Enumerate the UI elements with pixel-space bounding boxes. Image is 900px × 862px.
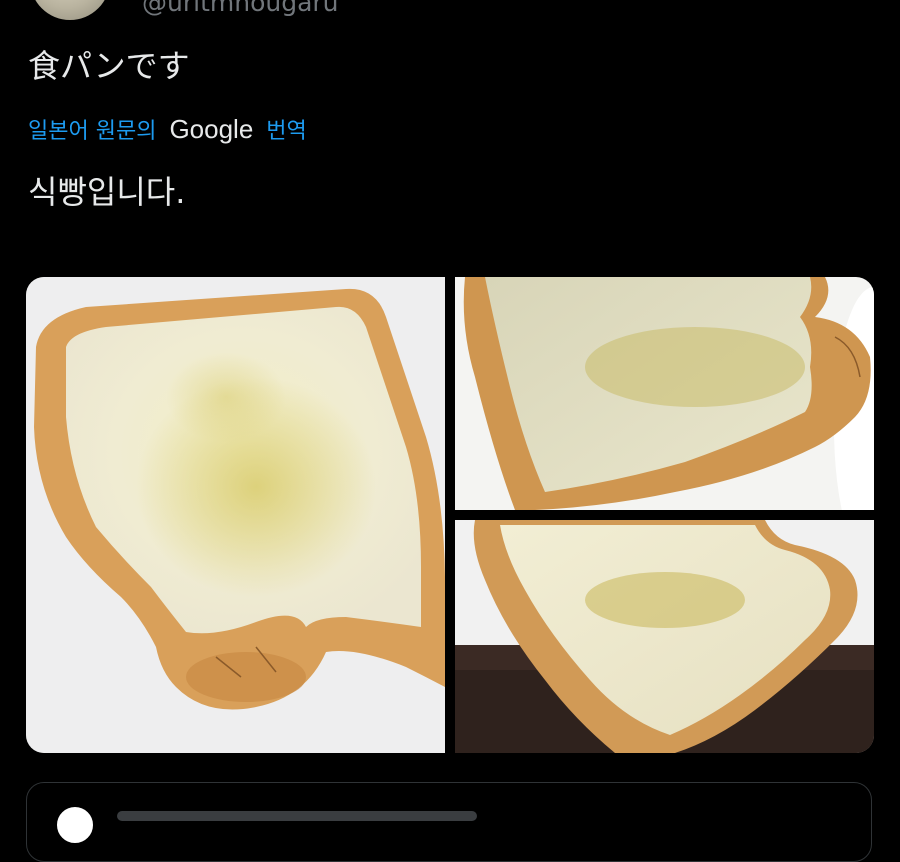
author-handle[interactable]: @uritmnougaru [142,0,339,17]
translated-text: 식빵입니다. [28,173,186,211]
quoted-header-placeholder [117,811,477,821]
author-avatar[interactable] [30,0,110,20]
tweet-text: 食パンです [28,47,190,85]
translate-prefix: 일본어 원문의 [28,119,157,144]
photo-bread-top-view[interactable] [26,277,445,753]
quoted-user-avatar[interactable] [53,803,97,847]
google-logo-text: Google [169,114,254,144]
translate-link[interactable]: 일본어 원문의 Google 번역 [28,113,307,148]
quoted-tweet-card[interactable] [26,782,872,862]
photo-bread-bent[interactable] [455,520,874,753]
photo-bread-side-view[interactable] [455,277,874,510]
media-grid [26,277,874,753]
translate-suffix: 번역 [266,119,307,144]
